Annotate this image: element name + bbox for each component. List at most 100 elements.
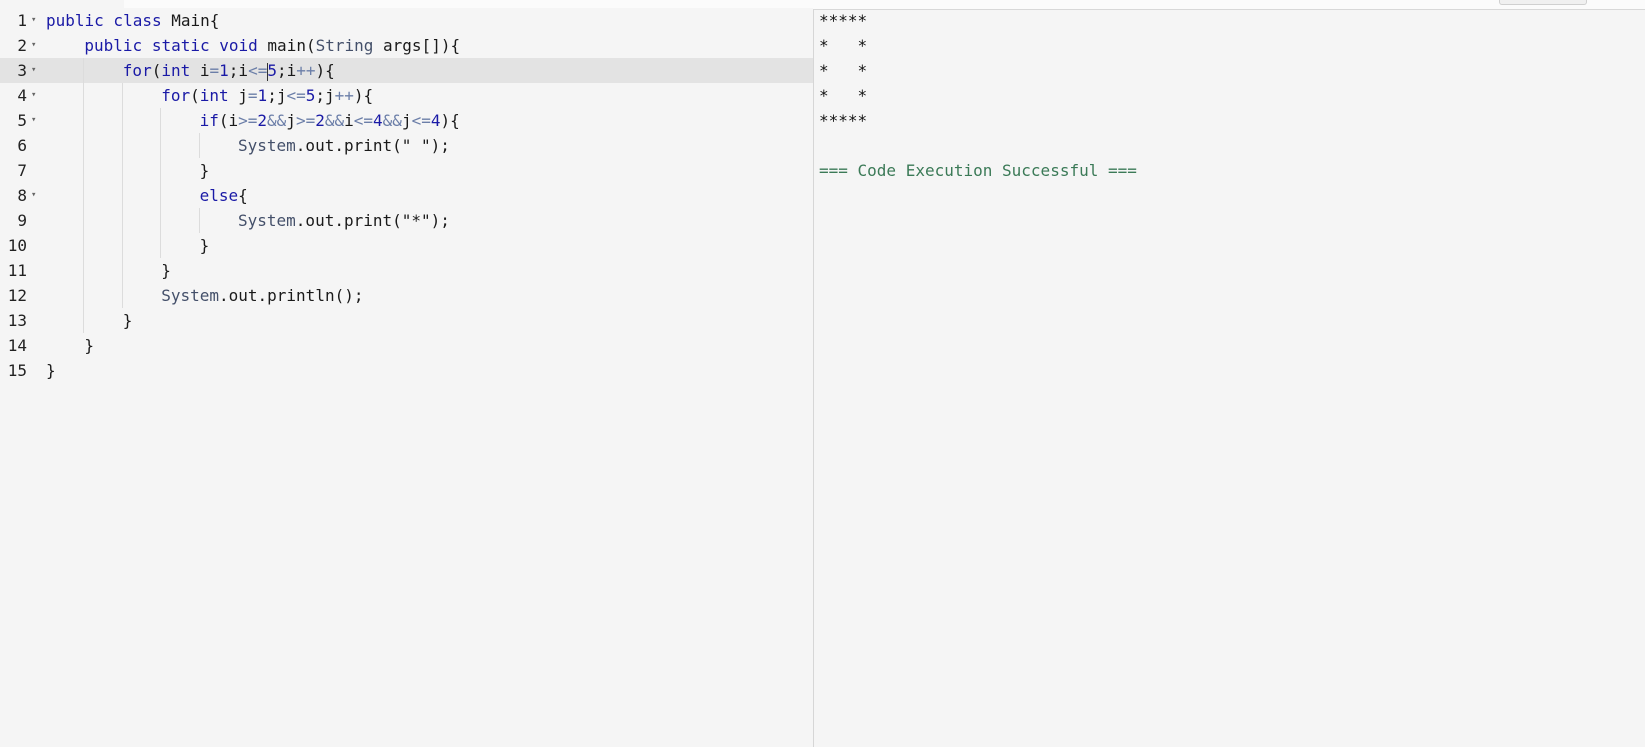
code-token: for	[122, 61, 152, 80]
fold-arrow-icon[interactable]: ▾	[31, 58, 36, 83]
code-token: ){	[440, 111, 460, 130]
line-number: 4	[17, 86, 27, 105]
indent-guide	[121, 183, 123, 208]
code-line[interactable]: 12 System.out.println();	[0, 283, 813, 308]
code-line[interactable]: 14}	[0, 333, 813, 358]
code-token: &&	[382, 111, 402, 130]
code-token: "*"	[401, 211, 431, 230]
code-text: System.out.println();	[161, 283, 363, 308]
indent-guide	[198, 133, 200, 158]
indent-guide	[83, 258, 85, 283]
code-token: if	[199, 111, 219, 130]
output-console: ***** * * * * * * ***** === Code Execution S…	[819, 8, 1639, 183]
line-number: 2	[17, 36, 27, 55]
execution-status: === Code Execution Successful ===	[819, 161, 1137, 180]
fold-arrow-icon[interactable]: ▾	[31, 108, 36, 133]
code-token: .out.println();	[218, 286, 364, 305]
code-token: <=	[286, 86, 306, 105]
indent-guide	[160, 233, 162, 258]
code-token: 5	[267, 61, 277, 80]
indent-guide	[83, 83, 85, 108]
indent-guide	[83, 208, 85, 233]
code-token: ){	[315, 61, 335, 80]
code-token: i	[190, 61, 210, 80]
line-number: 1	[17, 11, 27, 30]
code-line[interactable]: 2 ▾ public static void main(String args[])…	[0, 33, 813, 58]
code-token: 1	[219, 61, 229, 80]
code-text: if(i>=2&&j>=2&&i<=4&&j<=4){	[200, 108, 460, 133]
toolbar-button[interactable]	[1499, 0, 1587, 5]
code-token: <=	[411, 111, 431, 130]
indent-guide	[83, 183, 85, 208]
line-number: 13	[7, 311, 27, 330]
code-token: ;j	[267, 86, 287, 105]
code-token: 2	[315, 111, 325, 130]
line-number: 9	[17, 211, 27, 230]
code-token: (i	[218, 111, 239, 130]
code-token: i	[344, 111, 354, 130]
code-line[interactable]: 11}	[0, 258, 813, 283]
indent-guide	[121, 83, 123, 108]
code-token: Main{	[171, 11, 220, 30]
output-line: * *	[819, 86, 868, 105]
code-token: 2	[257, 111, 268, 130]
code-token: main(	[267, 36, 316, 55]
fold-arrow-icon[interactable]: ▾	[31, 83, 36, 108]
fold-arrow-icon[interactable]: ▾	[31, 33, 36, 58]
code-token: }	[199, 236, 210, 255]
code-line[interactable]: 13}	[0, 308, 813, 333]
code-text: }	[46, 358, 56, 383]
fold-arrow-icon[interactable]: ▾	[31, 8, 36, 33]
code-token: ;i	[228, 61, 249, 80]
code-line[interactable]: 7}	[0, 158, 813, 183]
code-line[interactable]: 1 ▾ public class Main{	[0, 8, 813, 33]
fold-arrow-icon[interactable]: ▾	[31, 183, 36, 208]
code-token: ){	[353, 86, 374, 105]
code-token: (	[190, 86, 200, 105]
indent-guide	[83, 58, 85, 83]
code-token: 5	[305, 86, 316, 105]
indent-guide	[83, 233, 85, 258]
code-token: int	[199, 86, 229, 105]
code-token: 1	[257, 86, 268, 105]
code-token: >=	[295, 111, 316, 130]
code-line[interactable]: 4 ▾ for(int j=1;j<=5;j++){	[0, 83, 813, 108]
code-line[interactable]: 10}	[0, 233, 813, 258]
code-line[interactable]: 5 ▾ if(i>=2&&j>=2&&i<=4&&j<=4){	[0, 108, 813, 133]
code-text: for(int i=1;i<=5;i++){	[123, 58, 335, 83]
code-line[interactable]: 9 System.out.print("*");	[0, 208, 813, 233]
code-token: );	[430, 136, 450, 155]
code-token: ++	[296, 61, 316, 80]
line-number: 6	[17, 136, 27, 155]
line-number: 15	[7, 361, 27, 380]
line-number: 12	[7, 286, 27, 305]
code-line[interactable]: 8 ▾ else{	[0, 183, 813, 208]
code-token: " "	[401, 136, 431, 155]
code-line[interactable]: 6 System.out.print(" ");	[0, 133, 813, 158]
output-line: * *	[819, 36, 868, 55]
code-token: &&	[324, 111, 345, 130]
code-editor[interactable]: 1 ▾ public class Main{2 ▾ public static void…	[0, 8, 813, 747]
code-token: =	[247, 86, 258, 105]
code-line[interactable]: 15}	[0, 358, 813, 383]
code-token: ++	[334, 86, 354, 105]
code-token: <=	[353, 111, 374, 130]
code-token: j	[228, 86, 248, 105]
code-token: System	[161, 286, 219, 305]
code-text: }	[161, 258, 171, 283]
pane-divider[interactable]	[813, 9, 814, 747]
indent-guide	[121, 108, 123, 133]
code-token: public class	[46, 11, 172, 30]
code-token: String	[315, 36, 374, 55]
indent-guide	[198, 208, 200, 233]
code-token: j	[286, 111, 296, 130]
indent-guide	[160, 208, 162, 233]
code-token: (	[151, 61, 162, 80]
line-number: 10	[7, 236, 27, 255]
code-line[interactable]: 3 ▾ for(int i=1;i<=5;i++){	[0, 58, 813, 83]
code-token: &&	[267, 111, 287, 130]
code-token: ;j	[315, 86, 335, 105]
code-text: for(int j=1;j<=5;j++){	[161, 83, 373, 108]
output-line: * *	[819, 61, 868, 80]
